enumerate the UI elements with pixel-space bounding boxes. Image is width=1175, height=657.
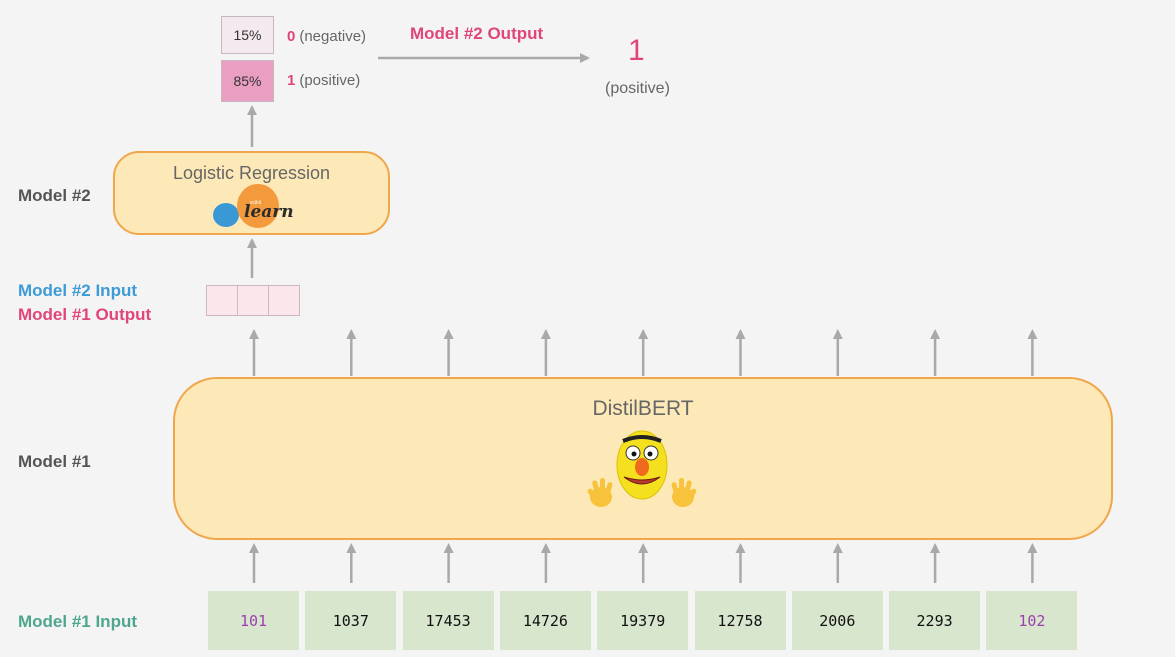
token-cell: 2006: [791, 591, 883, 650]
model2-output-value: 1: [628, 34, 645, 67]
model1-label: Model #1: [18, 452, 91, 471]
model1-title: DistilBERT: [592, 397, 694, 420]
prob-cell-negative: 15%: [221, 16, 274, 54]
model2-box: Logistic Regression scikit learn: [113, 151, 390, 235]
arrows-layer: [247, 53, 1038, 583]
model1-box: DistilBERT: [173, 377, 1113, 540]
embedding-cell: [268, 285, 300, 316]
sklearn-logo-text: learn: [244, 202, 294, 222]
model2-label: Model #2: [18, 186, 91, 205]
model1-output-label: Model #1 Output: [18, 305, 152, 324]
class-label-negative: 0 (negative): [287, 28, 366, 45]
class-num-negative: 0: [287, 28, 296, 45]
model1-input-label: Model #1 Input: [18, 612, 137, 631]
class-label-positive: 1 (positive): [287, 72, 360, 89]
token-cell: 101: [208, 591, 299, 650]
token-cell: 19379: [597, 591, 689, 650]
token-cell: 12758: [694, 591, 786, 650]
class-text-positive: (positive): [299, 72, 361, 89]
token-cell: 14726: [499, 591, 591, 650]
prob-percent-positive: 85%: [233, 73, 262, 89]
token-cell: 17453: [402, 591, 494, 650]
class-num-positive: 1: [287, 72, 296, 89]
sklearn-logo-icon: scikit learn: [210, 181, 310, 231]
model2-input-label: Model #2 Input: [18, 281, 137, 300]
bert-muppet-icon: [587, 427, 697, 517]
embedding-cell: [237, 285, 269, 316]
class-text-negative: (negative): [299, 28, 367, 45]
prob-percent-negative: 15%: [233, 27, 262, 43]
bert-muppet-graphic: [587, 430, 697, 507]
token-cell: 102: [986, 591, 1078, 650]
prob-cell-positive: 85%: [221, 60, 274, 102]
model2-title: Logistic Regression: [172, 163, 331, 183]
token-cell: 1037: [305, 591, 397, 650]
embedding-cell: [206, 285, 238, 316]
model2-output-sublabel: (positive): [605, 80, 670, 97]
token-cell: 2293: [889, 591, 981, 650]
model2-output-label: Model #2 Output: [410, 24, 544, 43]
